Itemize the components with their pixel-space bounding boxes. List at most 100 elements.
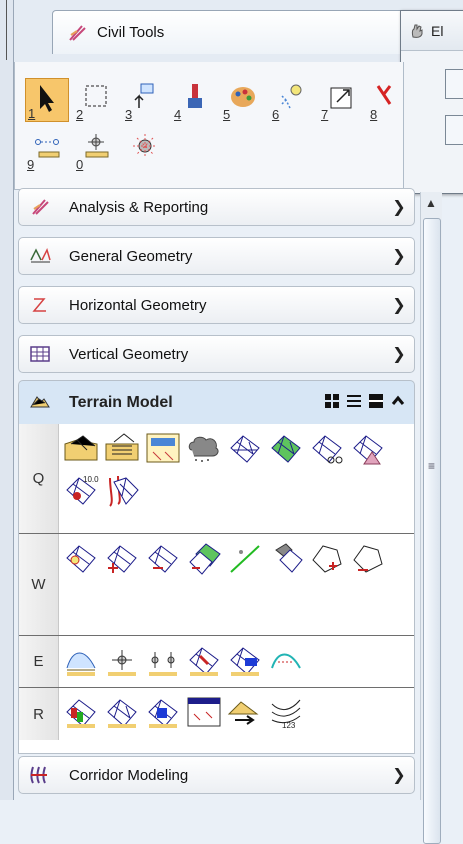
terrain-model-label: Terrain Model: [69, 393, 173, 411]
scroll-thumb[interactable]: ≡: [423, 218, 441, 844]
terrain-boundary-icon[interactable]: [266, 538, 306, 578]
merge-terrain-icon[interactable]: [184, 538, 224, 578]
section-vertical-geometry[interactable]: Vertical Geometry ❯: [18, 335, 415, 373]
measure-point-icon: [85, 134, 109, 158]
clip-terrain-icon[interactable]: [307, 428, 347, 468]
floating-window-title[interactable]: El: [401, 11, 463, 51]
report-blue-icon[interactable]: [143, 692, 183, 732]
group-e-icons: [61, 640, 411, 682]
section-terrain-model[interactable]: Terrain Model: [18, 380, 415, 424]
select-tool[interactable]: 1: [25, 78, 69, 122]
brush-tool[interactable]: 4: [172, 78, 216, 122]
svg-text:10.0: 10.0: [83, 475, 99, 484]
group-r-icons: 123: [61, 692, 411, 734]
float-tool-button-2[interactable]: [445, 115, 463, 145]
corridor-modeling-icon: [29, 764, 51, 786]
report-terrain-icon[interactable]: [61, 692, 101, 732]
section-corridor-modeling[interactable]: Corridor Modeling ❯: [18, 756, 415, 794]
terrain-model-icon: [29, 391, 51, 414]
terrain-surface-icon[interactable]: [61, 640, 101, 680]
section-general-geometry[interactable]: General Geometry ❯: [18, 237, 415, 275]
remove-boundary-icon[interactable]: [348, 538, 388, 578]
remove-terrain-icon[interactable]: [143, 538, 183, 578]
contour-label-icon[interactable]: 123: [266, 692, 306, 732]
list-view-icon[interactable]: [346, 393, 362, 412]
chevron-down-icon: ❯: [392, 248, 406, 265]
element-info-tool[interactable]: 3: [123, 78, 167, 122]
light-bulb-icon: [281, 84, 302, 109]
add-terrain-icon[interactable]: [102, 538, 142, 578]
group-label-w: W: [19, 534, 59, 635]
point-cloud-icon[interactable]: [184, 428, 224, 468]
section-analysis-reporting[interactable]: Analysis & Reporting ❯: [18, 188, 415, 226]
chevron-down-icon: ❯: [392, 199, 406, 216]
chevron-up-icon[interactable]: [390, 393, 406, 412]
chevron-down-icon: ❯: [392, 297, 406, 314]
measure-distance-tool[interactable]: 9: [25, 128, 69, 172]
tool-group-r: R 123: [19, 688, 414, 740]
tab-civil-tools[interactable]: Civil Tools: [52, 10, 422, 54]
terrain-point-icon[interactable]: [61, 538, 101, 578]
terrain-dialog-icon[interactable]: [143, 428, 183, 468]
tool-palette: 1 2 3 4 5 6 7 8 9 0: [14, 62, 404, 190]
chevron-down-icon: ❯: [392, 346, 406, 363]
floating-window-label: El: [431, 22, 444, 39]
red-x-icon: [376, 85, 392, 105]
palette-tool[interactable]: 5: [221, 78, 265, 122]
crosshair-icon: [133, 134, 157, 158]
measure-point-tool[interactable]: 0: [74, 128, 118, 172]
tool-group-q: Q 10.0: [19, 424, 414, 534]
scroll-grip-icon: ≡: [428, 459, 436, 473]
terrain-point-elev-icon[interactable]: [102, 640, 142, 680]
horizontal-geometry-icon: [29, 294, 51, 316]
color-palette-icon: [231, 87, 255, 107]
group-w-icons[interactable]: [61, 538, 411, 580]
terrain-arc-icon[interactable]: [266, 640, 306, 680]
green-terrain-icon[interactable]: [266, 428, 306, 468]
terrain-two-point-icon[interactable]: [143, 640, 183, 680]
element-info-icon: [134, 83, 154, 108]
tool-group-w: W: [19, 534, 414, 636]
tool-row-1: 1 2 3 4 5 6 7 8: [25, 78, 417, 122]
terrain-model-body: Q 10.0 W E R 123: [18, 424, 415, 754]
import-terrain-icon[interactable]: [102, 428, 142, 468]
report-mesh-icon[interactable]: [102, 692, 142, 732]
drape-terrain-icon[interactable]: [102, 470, 142, 510]
scale-tool[interactable]: 7: [319, 78, 363, 122]
view-buttons: [318, 393, 406, 412]
vertical-scrollbar[interactable]: ▲ ≡: [420, 192, 442, 844]
general-geometry-icon: [29, 245, 51, 267]
arrow-pointer-icon: [40, 85, 54, 112]
triangle-terrain-icon[interactable]: [348, 428, 388, 468]
scale-arrow-icon: [330, 87, 352, 109]
add-boundary-icon[interactable]: [307, 538, 347, 578]
terrain-edit-icon[interactable]: [184, 640, 224, 680]
chevron-down-icon: ❯: [392, 767, 406, 784]
tool-row-2: 9 0: [25, 128, 172, 172]
breakline-icon[interactable]: [225, 538, 265, 578]
create-terrain-icon[interactable]: [61, 428, 101, 468]
light-tool[interactable]: 6: [270, 78, 314, 122]
mesh-terrain-icon[interactable]: [225, 428, 265, 468]
accudraw-tool[interactable]: [123, 128, 167, 172]
float-tool-button-1[interactable]: [445, 69, 463, 99]
measure-distance-icon: [35, 139, 60, 158]
detail-view-icon[interactable]: [368, 393, 384, 412]
delete-tool[interactable]: 8: [368, 78, 412, 122]
grid-view-icon[interactable]: [324, 393, 340, 412]
tool-group-e: E: [19, 636, 414, 688]
export-terrain-icon[interactable]: [225, 692, 265, 732]
hand-icon: [411, 24, 423, 38]
svg-text:123: 123: [282, 721, 296, 730]
section-horizontal-geometry[interactable]: Horizontal Geometry ❯: [18, 286, 415, 324]
vertical-geometry-icon: [29, 343, 51, 365]
tab-strip: Civil Tools: [14, 0, 463, 62]
fence-tool[interactable]: 2: [74, 78, 118, 122]
scroll-up-arrow-icon[interactable]: ▲: [425, 196, 437, 210]
terrain-elevation-icon[interactable]: 10.0: [61, 470, 101, 510]
terrain-blue-edit-icon[interactable]: [225, 640, 265, 680]
analysis-reporting-icon: [29, 196, 51, 218]
report-dialog-icon[interactable]: [184, 692, 224, 732]
paint-brush-icon: [188, 84, 202, 108]
group-label-q: Q: [19, 424, 59, 533]
